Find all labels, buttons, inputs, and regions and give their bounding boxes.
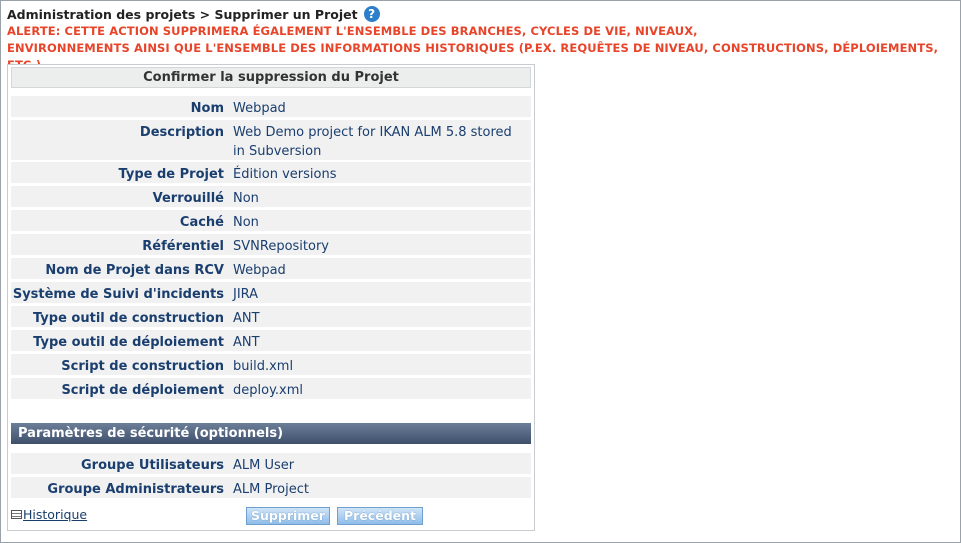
history-list-icon <box>11 510 22 519</box>
field-row-verrouille: Verrouillé Non <box>11 186 531 207</box>
breadcrumb: Administration des projets > Supprimer u… <box>7 5 380 23</box>
historique-link[interactable]: Historique <box>11 507 87 522</box>
field-value: Édition versions <box>233 167 337 182</box>
field-value: ALM User <box>233 458 295 473</box>
field-value: ANT <box>233 311 260 326</box>
field-row-cache: Caché Non <box>11 210 531 231</box>
field-row-description: Description Web Demo project for IKAN AL… <box>11 120 531 160</box>
field-value: ANT <box>233 335 260 350</box>
field-row-script-deploiement: Script de déploiement deploy.xml <box>11 378 531 399</box>
field-value: ALM Project <box>233 482 309 497</box>
field-value: Webpad <box>233 263 286 278</box>
security-section-header: Paramètres de sécurité (optionnels) <box>11 423 531 444</box>
help-icon[interactable]: ? <box>363 6 380 22</box>
field-label: Groupe Administrateurs <box>47 482 224 497</box>
breadcrumb-text: Administration des projets > Supprimer u… <box>7 6 358 22</box>
panel-title: Confirmer la suppression du Projet <box>11 67 531 88</box>
field-label: Script de construction <box>61 359 224 374</box>
field-label: Nom <box>190 101 224 116</box>
field-value: build.xml <box>233 359 294 374</box>
historique-link-text[interactable]: Historique <box>23 507 87 522</box>
field-row-referentiel: Référentiel SVNRepository <box>11 234 531 255</box>
field-value: Non <box>233 215 259 230</box>
field-label: Groupe Utilisateurs <box>81 458 224 473</box>
previous-button[interactable]: Précédent <box>337 507 423 525</box>
field-label: Type de Projet <box>118 167 224 182</box>
field-row-suivi-incidents: Système de Suivi d'incidents JIRA <box>11 282 531 303</box>
field-row-outil-construction: Type outil de construction ANT <box>11 306 531 327</box>
field-label: Type outil de construction <box>32 311 224 326</box>
confirm-delete-panel: Confirmer la suppression du Projet Nom W… <box>7 64 535 531</box>
alert-line-1: ALERTE: CETTE ACTION SUPPRIMERA ÉGALEMEN… <box>7 24 698 38</box>
field-value: JIRA <box>233 287 259 302</box>
field-value: SVNRepository <box>233 239 329 254</box>
field-row-groupe-utilisateurs: Groupe Utilisateurs ALM User <box>11 453 531 474</box>
field-row-script-construction: Script de construction build.xml <box>11 354 531 375</box>
field-label: Script de déploiement <box>61 383 224 398</box>
field-value: Web Demo project for IKAN ALM 5.8 stored… <box>233 125 512 159</box>
field-label: Système de Suivi d'incidents <box>12 287 224 302</box>
field-label: Description <box>139 125 224 140</box>
field-value: Webpad <box>233 101 286 116</box>
field-label: Caché <box>179 215 224 230</box>
field-label: Nom de Projet dans RCV <box>45 263 224 278</box>
field-row-groupe-administrateurs: Groupe Administrateurs ALM Project <box>11 477 531 498</box>
field-label: Type outil de déploiement <box>33 335 224 350</box>
field-label: Référentiel <box>142 239 224 254</box>
field-row-type-projet: Type de Projet Édition versions <box>11 162 531 183</box>
field-value: deploy.xml <box>233 383 304 398</box>
field-row-nom: Nom Webpad <box>11 96 531 117</box>
delete-button[interactable]: Supprimer <box>246 507 330 525</box>
field-label: Verrouillé <box>152 191 224 206</box>
field-row-nom-rcv: Nom de Projet dans RCV Webpad <box>11 258 531 279</box>
field-value: Non <box>233 191 259 206</box>
field-row-outil-deploiement: Type outil de déploiement ANT <box>11 330 531 351</box>
